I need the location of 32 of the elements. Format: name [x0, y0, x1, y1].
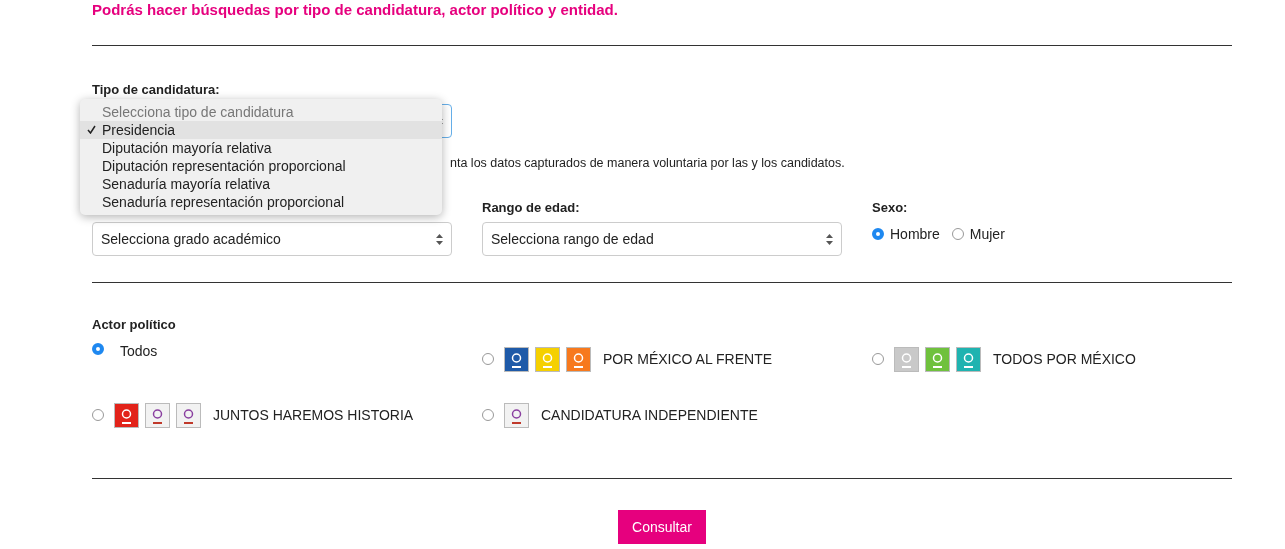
- intro-text: Podrás hacer búsquedas por tipo de candidatura, actor político y entidad.: [92, 0, 619, 20]
- option-label: JUNTOS HAREMOS HISTORIA: [213, 407, 414, 423]
- field-label: Sexo:: [872, 200, 909, 216]
- menu-item[interactable]: Diputación representación proporcional: [80, 157, 442, 175]
- radio-button[interactable]: [92, 409, 104, 421]
- radio-label: Hombre: [890, 226, 940, 242]
- radio-button[interactable]: [951, 228, 964, 240]
- option-label: Todos: [120, 343, 158, 359]
- checkmark-icon: [87, 125, 96, 134]
- section-label: Actor político: [92, 317, 177, 333]
- radio-button[interactable]: [482, 353, 494, 365]
- option-label: CANDIDATURA INDEPENDIENTE: [541, 407, 758, 423]
- option-label: POR MÉXICO AL FRENTE: [603, 351, 773, 367]
- radio-button[interactable]: [872, 228, 884, 240]
- field-label: Tipo de candidatura:: [92, 82, 221, 98]
- menu-item[interactable]: Diputación mayoría relativa: [80, 139, 442, 157]
- select-field[interactable]: Selecciona grado académico: [92, 222, 452, 256]
- menu-item[interactable]: Senaduría representación proporcional: [80, 193, 442, 211]
- note-text: nta los datos capturados de manera voluntaria por las y los candidatos.: [450, 156, 846, 170]
- radio-button[interactable]: [482, 409, 494, 421]
- option-label: TODOS POR MÉXICO: [993, 351, 1136, 367]
- radio-label: Mujer: [969, 226, 1005, 242]
- select-field[interactable]: Selecciona rango de edad: [482, 222, 842, 256]
- submit-button[interactable]: Consultar: [618, 510, 706, 544]
- menu-item[interactable]: Senaduría mayoría relativa: [80, 175, 442, 193]
- radio-button[interactable]: [92, 343, 104, 355]
- select-arrows-icon: [436, 233, 443, 245]
- radio-button[interactable]: [872, 353, 884, 365]
- menu-item[interactable]: Selecciona tipo de candidatura: [80, 103, 442, 121]
- select-arrows-icon: [826, 233, 833, 245]
- field-label: Rango de edad:: [482, 200, 581, 216]
- menu-item[interactable]: Presidencia: [80, 121, 442, 139]
